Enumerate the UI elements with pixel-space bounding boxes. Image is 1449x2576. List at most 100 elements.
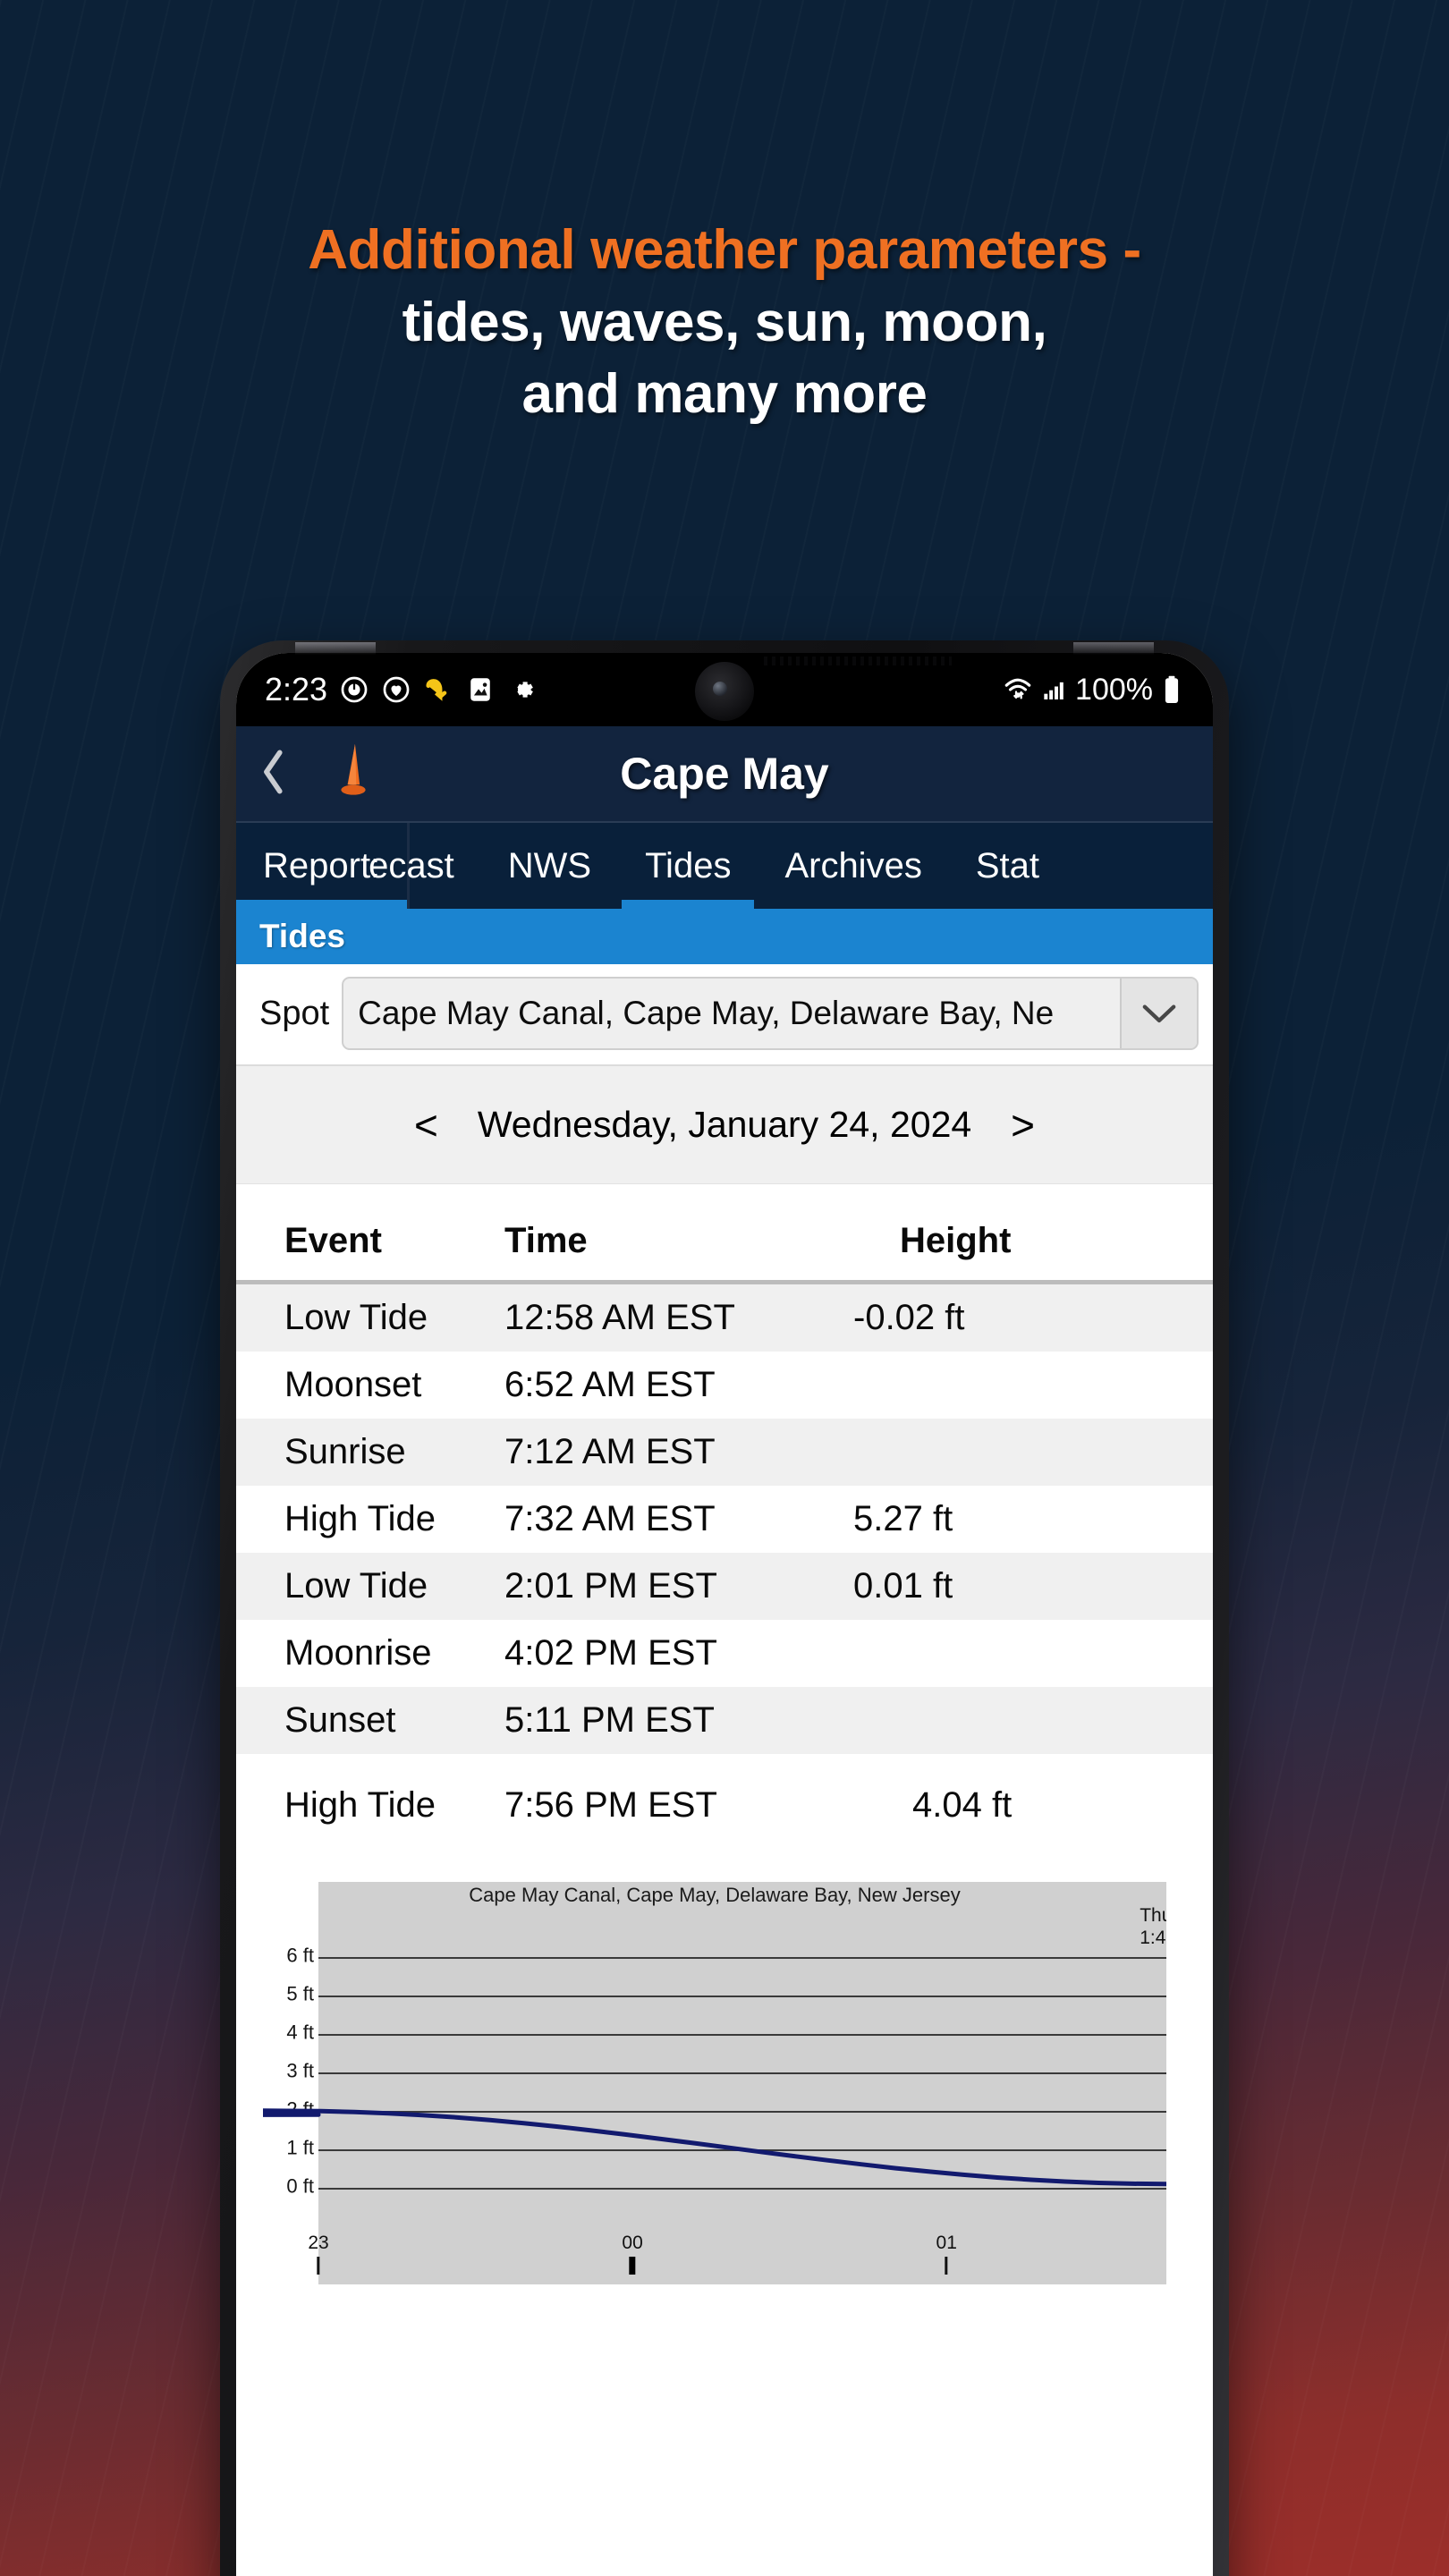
row-time: 2:01 PM EST [504, 1566, 717, 1606]
row-event: Moonset [284, 1365, 422, 1404]
y-axis-tick-label: 3 ft [286, 2059, 314, 2082]
row-height: 0.01 ft [853, 1566, 953, 1606]
y-axis-tick-label: 1 ft [286, 2136, 314, 2159]
tab-bar[interactable]: Report: ecast NWS Tides Archives Stat [236, 823, 1213, 909]
hour-tick-label: 23 [308, 2233, 329, 2253]
chart-event-label: Thu, 01:42 A [1081, 1905, 1166, 1950]
app-bar: Cape May [236, 726, 1213, 823]
chart-event-time: 1:42 A [1140, 1927, 1166, 1948]
status-bar-clock: 2:23 [265, 671, 328, 708]
cellular-signal-icon [1042, 676, 1067, 703]
status-bar-right-cluster: 100% [1002, 673, 1182, 708]
tab-label: Tides [645, 845, 732, 886]
chart-title: Cape May Canal, Cape May, Delaware Bay, … [469, 1884, 961, 1906]
chart-plot-area: 6 ft 5 ft 4 ft 3 ft 2 ft 1 ft 0 ft [263, 1945, 1166, 2198]
row-event: Sunset [284, 1700, 396, 1740]
row-event: High Tide [284, 1785, 436, 1825]
row-height: 4.04 ft [912, 1785, 1013, 1825]
battery-icon [1161, 674, 1182, 705]
promo-headline-line-2: tides, waves, sun, moon, [402, 291, 1047, 353]
y-axis-tick-label: 4 ft [286, 2021, 314, 2044]
app-logo-button[interactable] [320, 737, 386, 810]
promo-headline-line-1: Additional weather parameters - [308, 219, 1141, 281]
hour-tick-mark [317, 2257, 320, 2275]
tab-label: ecast [369, 845, 454, 886]
tab-archives[interactable]: Archives [758, 823, 948, 909]
chevron-down-icon[interactable] [1120, 979, 1197, 1048]
tab-forecast[interactable]: ecast [369, 823, 481, 909]
phone-screen: 2:23 100% Cape May Report: ecast NWS Tid… [236, 653, 1213, 2576]
tab-tides[interactable]: Tides [618, 823, 758, 909]
battery-percent-label: 100% [1075, 672, 1153, 707]
next-day-button[interactable]: > [1005, 1105, 1040, 1146]
row-time: 7:56 PM EST [504, 1785, 717, 1825]
chart-event-date: Thu, 0 [1140, 1905, 1166, 1926]
table-header-row: Event Time Height [236, 1202, 1213, 1284]
column-header-height: Height [900, 1221, 1012, 1260]
section-header: Tides [236, 909, 1213, 964]
hour-tick-mark [629, 2257, 636, 2275]
y-axis-tick-label: 6 ft [286, 1944, 314, 1967]
table-row: Moonrise 4:02 PM EST [236, 1620, 1213, 1687]
tide-falling-segment [263, 2108, 1166, 2187]
spot-select[interactable]: Cape May Canal, Cape May, Delaware Bay, … [342, 977, 1199, 1050]
tab-label: Report: [263, 845, 381, 886]
chart-hour-axis: 2300010203040506070809101112131415161718… [308, 2233, 1166, 2283]
hour-tick-mark [945, 2257, 948, 2275]
row-event: Moonrise [284, 1633, 432, 1673]
row-time: 12:58 AM EST [504, 1298, 735, 1337]
hour-tick-label: 00 [622, 2233, 643, 2253]
row-time: 7:12 AM EST [504, 1432, 716, 1471]
column-header-time: Time [504, 1221, 588, 1260]
spot-label: Spot [259, 994, 330, 1032]
tab-label: Archives [784, 845, 922, 886]
status-bar-left-cluster: 2:23 [265, 671, 538, 708]
tab-nws[interactable]: NWS [481, 823, 618, 909]
tide-curve [263, 2108, 1166, 2187]
tab-label: NWS [507, 845, 592, 886]
gridline: 0 ft [286, 2175, 1166, 2198]
heart-monitor-icon [381, 674, 411, 705]
front-camera-punch-hole [695, 662, 754, 721]
promo-headline-line-3: and many more [521, 363, 928, 426]
tide-events-table: Event Time Height Low Tide 12:58 AM EST … [236, 1184, 1213, 1839]
back-button[interactable] [236, 748, 311, 801]
row-height: -0.02 ft [853, 1298, 965, 1337]
tab-stats[interactable]: Stat [949, 823, 1039, 909]
date-navigator: < Wednesday, January 24, 2024 > [236, 1066, 1213, 1184]
row-event: Sunrise [284, 1432, 406, 1471]
previous-day-button[interactable]: < [409, 1105, 444, 1146]
row-event: High Tide [284, 1499, 436, 1538]
hour-tick-label: 01 [936, 2233, 957, 2253]
row-time: 4:02 PM EST [504, 1633, 717, 1673]
table-row: Sunset 5:11 PM EST [236, 1687, 1213, 1754]
table-row: Low Tide 12:58 AM EST -0.02 ft [236, 1284, 1213, 1352]
table-row: Sunrise 7:12 AM EST [236, 1419, 1213, 1486]
tide-chart[interactable]: Cape May Canal, Cape May, Delaware Bay, … [263, 1882, 1166, 2284]
row-time: 6:52 AM EST [504, 1365, 716, 1404]
hour-tick: 01 [936, 2233, 957, 2275]
promo-headline: Additional weather parameters - tides, w… [0, 215, 1449, 431]
alarm-icon [339, 674, 369, 705]
tide-chart-container: Cape May Canal, Cape May, Delaware Bay, … [236, 1839, 1213, 2284]
row-time: 7:32 AM EST [504, 1499, 716, 1538]
phone-mockup-frame: 2:23 100% Cape May Report: ecast NWS Tid… [220, 640, 1229, 2576]
tab-label: Stat [975, 845, 1039, 886]
column-header-event: Event [284, 1221, 382, 1260]
spot-selector-row: Spot Cape May Canal, Cape May, Delaware … [236, 964, 1213, 1066]
gear-icon [507, 674, 538, 705]
earpiece-speaker [763, 657, 952, 665]
hour-tick: 00 [622, 2233, 643, 2275]
row-event: Low Tide [284, 1566, 428, 1606]
section-header-title: Tides [259, 918, 345, 954]
table-row: Low Tide 2:01 PM EST 0.01 ft [236, 1553, 1213, 1620]
spot-selected-value: Cape May Canal, Cape May, Delaware Bay, … [358, 995, 1055, 1031]
hour-tick: 23 [308, 2233, 329, 2275]
current-date-label: Wednesday, January 24, 2024 [477, 1104, 972, 1145]
y-axis-tick-label: 0 ft [286, 2174, 314, 2198]
sailboat-icon [329, 741, 377, 808]
table-row: High Tide 7:32 AM EST 5.27 ft [236, 1486, 1213, 1553]
row-height: 5.27 ft [853, 1499, 953, 1538]
android-status-bar: 2:23 100% [236, 653, 1213, 726]
row-time: 5:11 PM EST [504, 1700, 715, 1740]
